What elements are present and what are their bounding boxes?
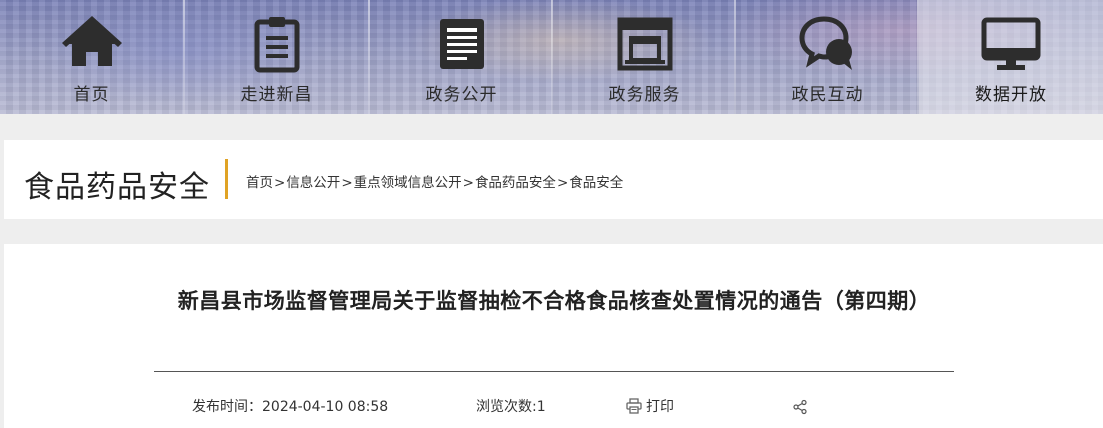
nav-label: 走进新昌 — [240, 85, 313, 105]
breadcrumb-separator: > — [462, 175, 474, 191]
title-accent-bar — [225, 159, 228, 199]
chat-bubbles-icon — [798, 14, 858, 74]
service-window-icon — [615, 14, 675, 74]
article-title: 新昌县市场监督管理局关于监督抽检不合格食品核查处置情况的通告（第四期） — [177, 289, 931, 313]
breadcrumb-info-public[interactable]: 信息公开 — [286, 175, 340, 191]
publish-time: 发布时间：2024-04-10 08:58 — [192, 396, 388, 416]
view-count: 浏览次数:1 — [476, 396, 546, 416]
home-icon — [61, 14, 122, 74]
breadcrumb-key-areas[interactable]: 重点领域信息公开 — [354, 175, 462, 191]
breadcrumb-separator: > — [274, 175, 286, 191]
nav-label: 政务服务 — [608, 85, 681, 105]
view-count-value: 1 — [536, 399, 546, 415]
breadcrumb-food-drug-safety[interactable]: 食品药品安全 — [475, 175, 556, 191]
breadcrumb: 首页>信息公开>重点领域信息公开>食品药品安全>食品安全 — [246, 171, 623, 191]
nav-item-gov-services[interactable]: 政务服务 — [553, 0, 736, 114]
document-icon — [432, 14, 492, 74]
nav-item-home[interactable]: 首页 — [0, 0, 183, 114]
view-count-label: 浏览次数: — [476, 399, 537, 415]
nav-item-interaction[interactable]: 政民互动 — [736, 0, 919, 114]
publish-time-label: 发布时间： — [192, 399, 262, 415]
title-divider — [154, 371, 954, 372]
nav-label: 政民互动 — [791, 85, 864, 105]
share-icon — [793, 399, 807, 415]
nav-item-gov-affairs[interactable]: 政务公开 — [370, 0, 553, 114]
nav-item-about[interactable]: 走进新昌 — [185, 0, 368, 114]
share-button[interactable] — [792, 399, 808, 419]
top-nav: 首页 走进新昌 政务公开 政务服务 政民互动 数据开放 — [0, 0, 1103, 114]
article-container: 新昌县市场监督管理局关于监督抽检不合格食品核查处置情况的通告（第四期） 发布时间… — [4, 244, 1103, 428]
breadcrumb-separator: > — [556, 175, 569, 191]
printer-icon — [626, 398, 642, 414]
print-button[interactable]: 打印 — [626, 396, 674, 416]
nav-label: 政务公开 — [425, 85, 498, 105]
nav-label: 首页 — [73, 85, 110, 105]
nav-label: 数据开放 — [975, 85, 1047, 105]
print-label: 打印 — [646, 399, 674, 415]
monitor-icon — [981, 14, 1041, 74]
breadcrumb-home[interactable]: 首页 — [246, 175, 273, 191]
section-header: 食品药品安全 首页>信息公开>重点领域信息公开>食品药品安全>食品安全 — [4, 140, 1103, 219]
publish-time-value: 2024-04-10 08:58 — [262, 399, 389, 415]
section-title: 食品药品安全 — [24, 170, 210, 205]
breadcrumb-separator: > — [341, 175, 353, 191]
nav-item-open-data[interactable]: 数据开放 — [919, 0, 1103, 114]
document-list-icon — [247, 14, 307, 74]
breadcrumb-food-safety[interactable]: 食品安全 — [569, 175, 623, 191]
